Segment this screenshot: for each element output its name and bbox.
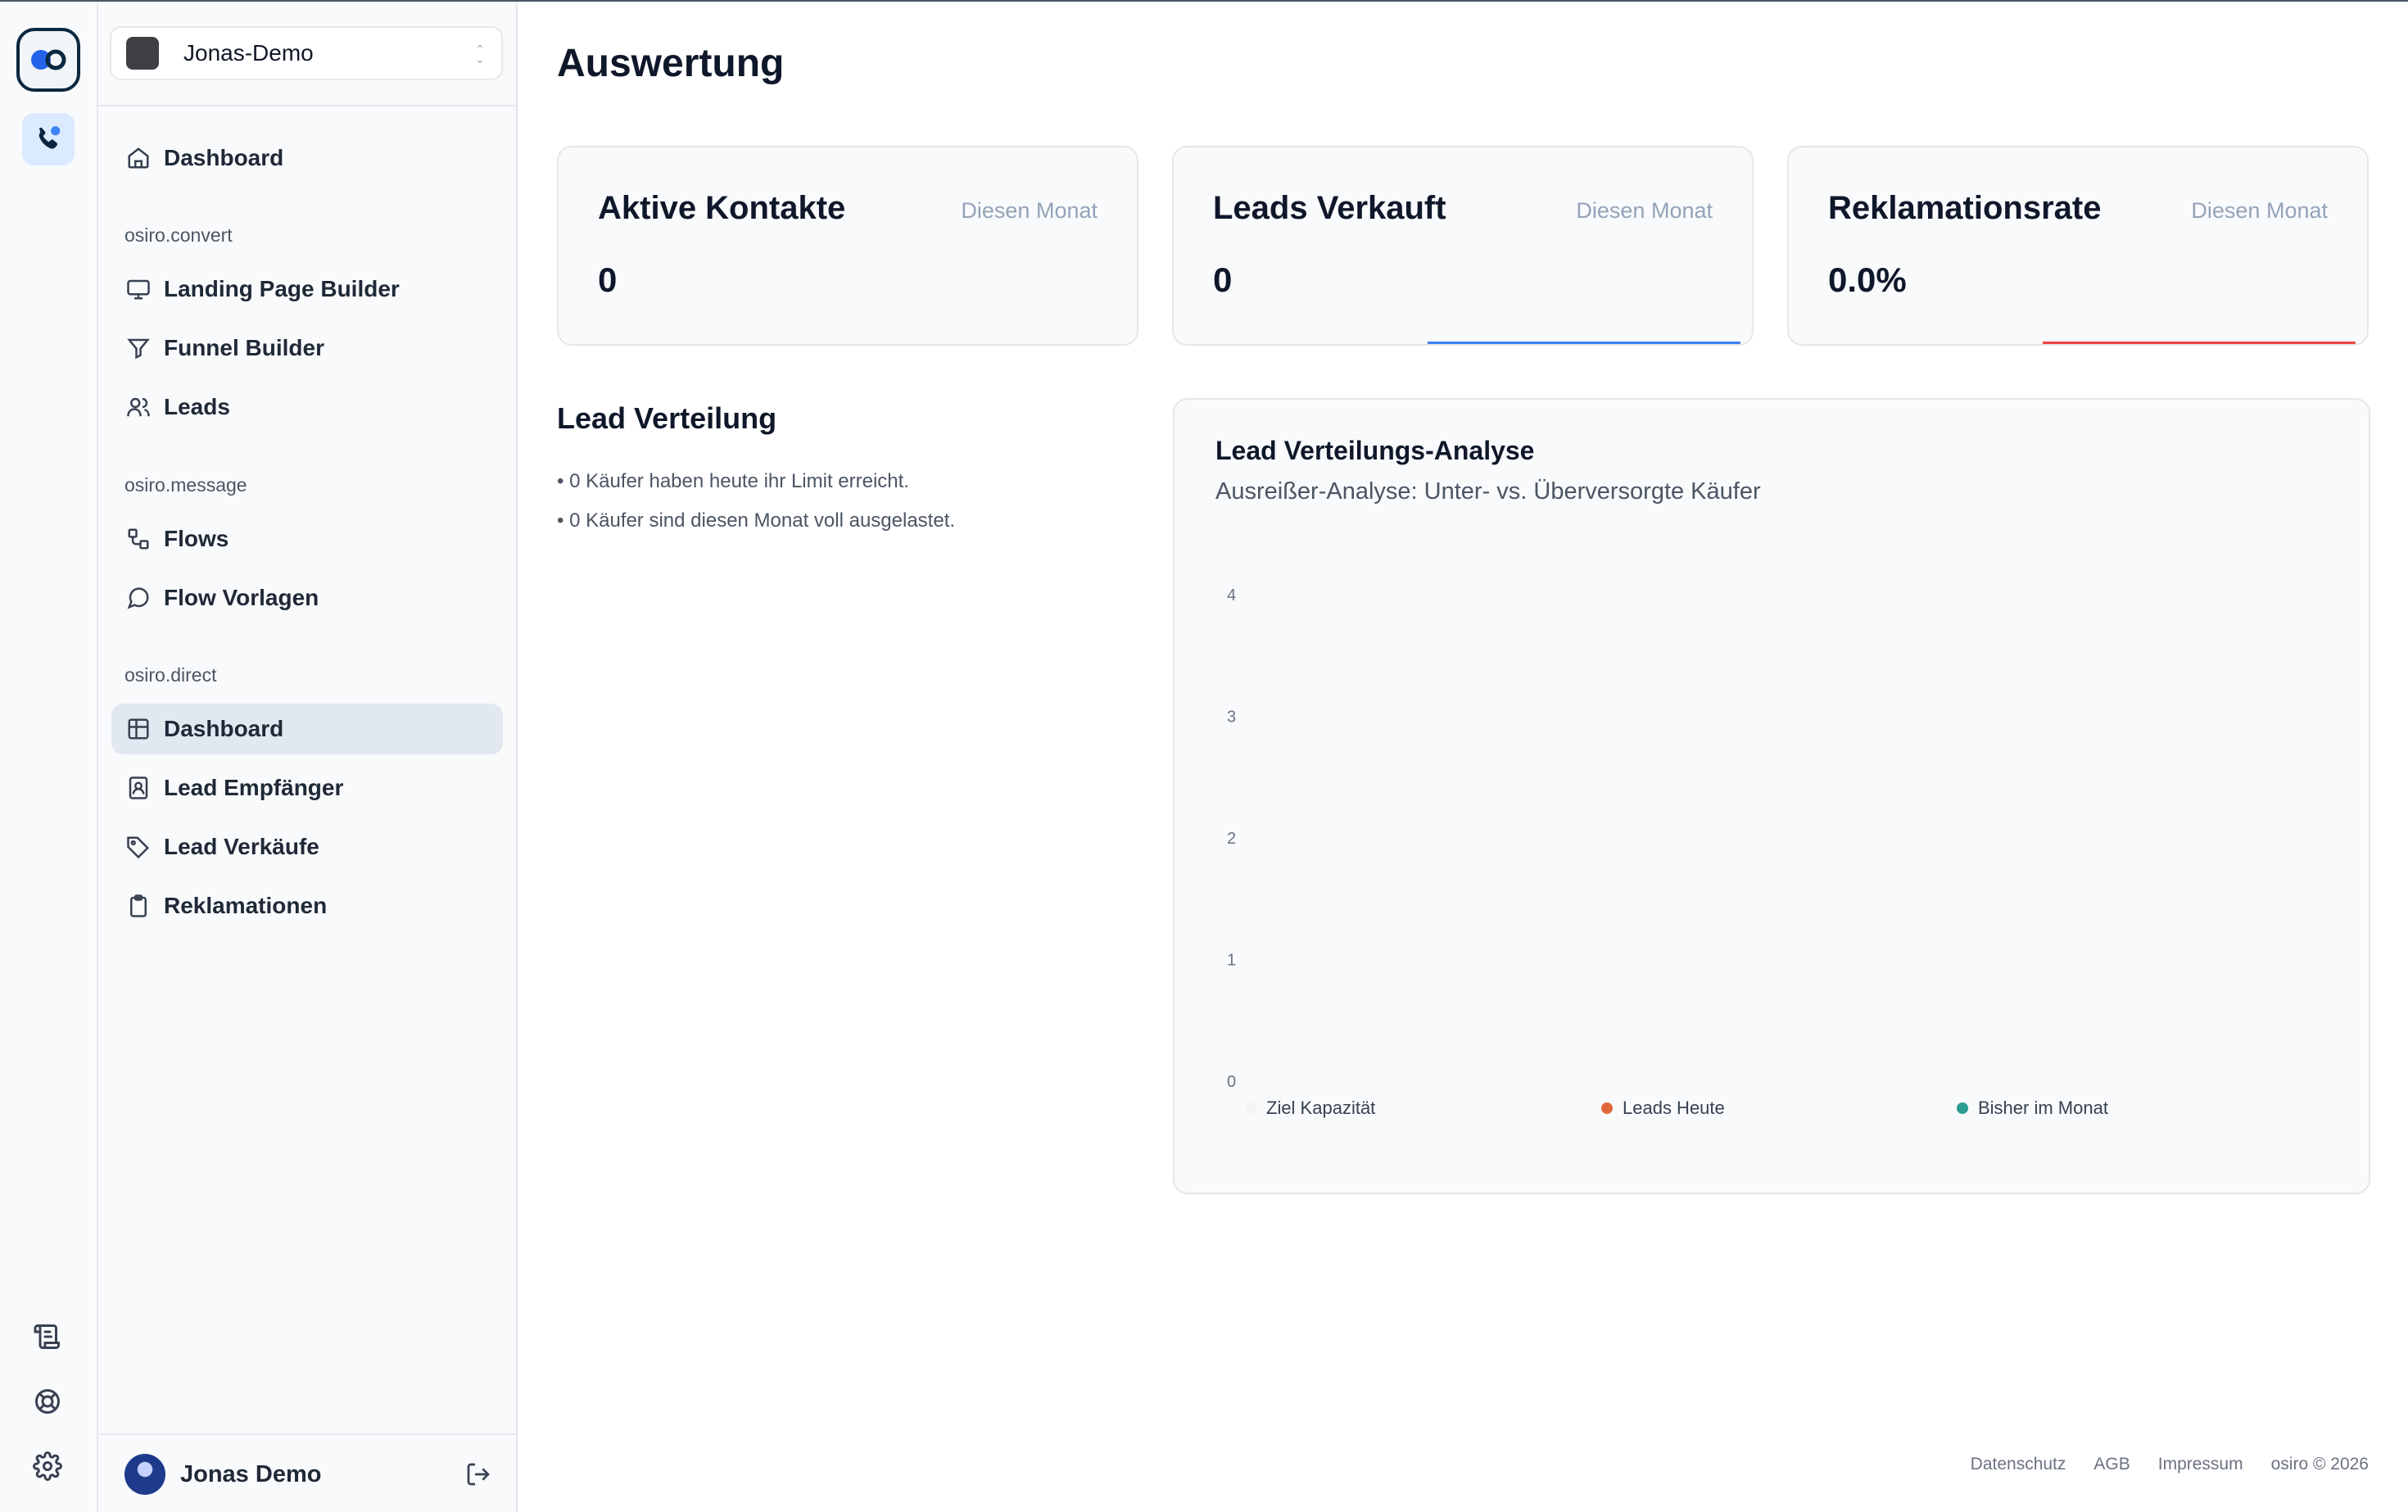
- sidebar: Jonas-Demo ⌃⌄ Dashboard osiro.convert La…: [98, 2, 518, 1512]
- clipboard-icon: [130, 894, 147, 917]
- card-period: Diesen Monat: [1576, 198, 1713, 223]
- main-content: Auswertung Aktive Kontakte Diesen Monat …: [518, 2, 2408, 1512]
- sparkline: [1428, 342, 1740, 344]
- sidebar-item-label: Flows: [164, 526, 229, 551]
- legend-swatch: [1957, 1102, 1968, 1114]
- stat-card-aktive-kontakte: Aktive Kontakte Diesen Monat 0: [557, 146, 1138, 346]
- help-lifebuoy-icon[interactable]: [31, 1385, 64, 1418]
- card-period: Diesen Monat: [961, 198, 1098, 223]
- y-tick-label: 3: [1227, 708, 1236, 727]
- y-tick-label: 0: [1227, 1073, 1236, 1091]
- sidebar-item-dashboard-direct[interactable]: Dashboard: [111, 704, 503, 754]
- legend-item[interactable]: Ziel Kapazität: [1245, 1098, 1375, 1119]
- footer-link-impressum[interactable]: Impressum: [2158, 1455, 2243, 1474]
- sidebar-item-label: Dashboard: [164, 145, 284, 170]
- sidebar-item-label: Landing Page Builder: [164, 276, 400, 301]
- chart-card: Lead Verteilungs-Analyse Ausreißer-Analy…: [1173, 398, 2370, 1194]
- footer-copyright: osiro © 2026: [2270, 1455, 2369, 1474]
- sparkline: [2043, 342, 2356, 344]
- sidebar-item-label: Lead Verkäufe: [164, 834, 319, 859]
- logout-icon[interactable]: [465, 1461, 491, 1487]
- sidebar-divider: [98, 105, 518, 106]
- funnel-icon: [127, 338, 150, 360]
- legend-item[interactable]: Bisher im Monat: [1957, 1098, 2108, 1119]
- section-label-convert: osiro.convert: [124, 224, 233, 246]
- legend-item[interactable]: Leads Heute: [1601, 1098, 1725, 1119]
- workspace-name: Jonas-Demo: [183, 40, 314, 66]
- section-label-direct: osiro.direct: [124, 664, 217, 686]
- card-value: 0: [598, 260, 618, 299]
- page-title: Auswertung: [557, 42, 785, 85]
- flow-icon: [128, 528, 149, 550]
- tag-icon: [127, 836, 150, 859]
- list-item: • 0 Käufer haben heute ihr Limit erreich…: [557, 470, 909, 492]
- y-tick-label: 4: [1227, 586, 1236, 604]
- user-name: Jonas Demo: [180, 1460, 322, 1487]
- scroll-logs-icon[interactable]: [31, 1320, 64, 1353]
- message-circle-icon: [127, 587, 149, 609]
- chart-plot: 0 1 2 3 4: [1227, 586, 1236, 1091]
- sidebar-item-dashboard-main[interactable]: Dashboard: [111, 133, 503, 183]
- y-tick-label: 2: [1227, 830, 1236, 848]
- contact-book-icon: [129, 776, 148, 799]
- stat-card-leads-verkauft: Leads Verkauft Diesen Monat 0: [1172, 146, 1754, 346]
- legend-swatch: [1601, 1102, 1613, 1114]
- card-title: Reklamationsrate: [1828, 190, 2102, 226]
- sidebar-item-lead-empfaenger[interactable]: Lead Empfänger: [111, 763, 503, 813]
- sidebar-item-reklamationen[interactable]: Reklamationen: [111, 880, 503, 931]
- osiro-logo-icon[interactable]: [16, 28, 80, 92]
- sidebar-item-leads[interactable]: Leads: [111, 382, 503, 432]
- footer-link-agb[interactable]: AGB: [2093, 1455, 2130, 1474]
- legend-label: Ziel Kapazität: [1266, 1098, 1376, 1118]
- sidebar-item-flow-vorlagen[interactable]: Flow Vorlagen: [111, 573, 503, 623]
- icon-rail: [0, 2, 98, 1512]
- y-tick-label: 1: [1227, 952, 1236, 970]
- sidebar-item-funnel-builder[interactable]: Funnel Builder: [111, 323, 503, 373]
- card-value: 0.0%: [1828, 260, 1907, 299]
- sidebar-item-label: Dashboard: [164, 716, 284, 741]
- stat-card-reklamationsrate: Reklamationsrate Diesen Monat 0.0%: [1787, 146, 2369, 346]
- lead-verteilung-title: Lead Verteilung: [557, 401, 777, 435]
- section-label-message: osiro.message: [124, 474, 247, 496]
- phone-app-icon[interactable]: [22, 113, 75, 165]
- settings-gear-icon[interactable]: [31, 1450, 64, 1483]
- legend-label: Leads Heute: [1623, 1098, 1725, 1118]
- card-value: 0: [1213, 260, 1233, 299]
- home-icon: [128, 147, 149, 169]
- sidebar-item-label: Lead Empfänger: [164, 775, 344, 800]
- card-period: Diesen Monat: [2191, 198, 2328, 223]
- sidebar-item-landing-page-builder[interactable]: Landing Page Builder: [111, 264, 503, 315]
- sidebar-item-label: Leads: [164, 394, 230, 419]
- legend-swatch: [1245, 1102, 1256, 1114]
- users-icon: [127, 397, 150, 417]
- layout-grid-icon: [128, 718, 149, 740]
- legend-label: Bisher im Monat: [1978, 1098, 2108, 1118]
- workspace-avatar: [126, 37, 159, 70]
- sidebar-item-lead-verkaeufe[interactable]: Lead Verkäufe: [111, 822, 503, 872]
- user-bar: Jonas Demo: [98, 1433, 518, 1512]
- sidebar-item-flows[interactable]: Flows: [111, 514, 503, 564]
- sidebar-item-label: Flow Vorlagen: [164, 585, 319, 610]
- list-item: • 0 Käufer sind diesen Monat voll ausgel…: [557, 509, 956, 532]
- chevron-up-down-icon: ⌃⌄: [474, 43, 487, 63]
- workspace-switcher[interactable]: Jonas-Demo ⌃⌄: [110, 26, 503, 80]
- monitor-icon: [127, 279, 150, 300]
- avatar[interactable]: [124, 1454, 165, 1495]
- card-title: Aktive Kontakte: [598, 190, 846, 226]
- footer-link-datenschutz[interactable]: Datenschutz: [1971, 1455, 2066, 1474]
- sidebar-item-label: Funnel Builder: [164, 335, 324, 360]
- card-title: Leads Verkauft: [1213, 190, 1446, 226]
- sidebar-item-label: Reklamationen: [164, 893, 328, 918]
- footer: Datenschutz AGB Impressum osiro © 2026: [1971, 1455, 2369, 1474]
